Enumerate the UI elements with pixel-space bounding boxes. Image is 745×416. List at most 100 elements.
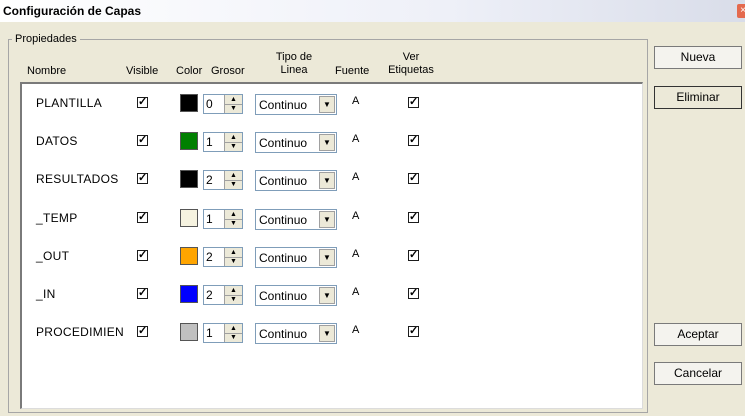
- dropdown-arrow-icon[interactable]: ▼: [319, 172, 335, 189]
- color-swatch[interactable]: [180, 247, 198, 265]
- color-swatch[interactable]: [180, 170, 198, 188]
- visible-checkbox[interactable]: ✓: [137, 288, 148, 299]
- layer-row[interactable]: DATOS ✓ 1 ▲ ▼ Continuo ▼ A ✓: [22, 128, 622, 154]
- fuente-icon[interactable]: A: [352, 95, 359, 107]
- ver-etiquetas-checkbox[interactable]: ✓: [408, 326, 419, 337]
- grosor-spinner[interactable]: 1 ▲ ▼: [203, 323, 243, 343]
- tipo-linea-value: Continuo: [259, 289, 308, 303]
- tipo-linea-select[interactable]: Continuo ▼: [255, 285, 337, 306]
- color-swatch[interactable]: [180, 323, 198, 341]
- close-icon[interactable]: ×: [737, 4, 745, 18]
- spinner-buttons: ▲ ▼: [224, 324, 242, 342]
- header-visible: Visible: [126, 65, 159, 77]
- spinner-buttons: ▲ ▼: [224, 286, 242, 304]
- dropdown-arrow-icon[interactable]: ▼: [319, 325, 335, 342]
- ver-etiquetas-checkbox[interactable]: ✓: [408, 250, 419, 261]
- fuente-icon[interactable]: A: [352, 248, 359, 260]
- group-legend: Propiedades: [12, 33, 80, 45]
- grosor-value[interactable]: 1: [206, 135, 213, 149]
- layer-row[interactable]: _OUT ✓ 2 ▲ ▼ Continuo ▼ A ✓: [22, 243, 622, 269]
- grosor-spinner[interactable]: 2 ▲ ▼: [203, 285, 243, 305]
- header-color: Color: [176, 65, 203, 77]
- tipo-linea-select[interactable]: Continuo ▼: [255, 323, 337, 344]
- layer-name[interactable]: _OUT: [36, 249, 69, 263]
- nueva-button[interactable]: Nueva: [654, 46, 742, 69]
- cancelar-button[interactable]: Cancelar: [654, 362, 742, 385]
- spin-down-icon[interactable]: ▼: [225, 333, 242, 342]
- layer-row[interactable]: _IN ✓ 2 ▲ ▼ Continuo ▼ A ✓: [22, 281, 622, 307]
- dropdown-arrow-icon[interactable]: ▼: [319, 287, 335, 304]
- tipo-linea-select[interactable]: Continuo ▼: [255, 209, 337, 230]
- grosor-value[interactable]: 1: [206, 326, 213, 340]
- fuente-icon[interactable]: A: [352, 324, 359, 336]
- title-bar: Configuración de Capas ×: [0, 0, 745, 22]
- fuente-icon[interactable]: A: [352, 171, 359, 183]
- ver-etiquetas-checkbox[interactable]: ✓: [408, 97, 419, 108]
- tipo-linea-select[interactable]: Continuo ▼: [255, 94, 337, 115]
- grosor-value[interactable]: 2: [206, 250, 213, 264]
- layer-name[interactable]: _TEMP: [36, 211, 78, 225]
- grosor-value[interactable]: 2: [206, 288, 213, 302]
- dropdown-arrow-icon[interactable]: ▼: [319, 96, 335, 113]
- visible-checkbox[interactable]: ✓: [137, 173, 148, 184]
- color-swatch[interactable]: [180, 94, 198, 112]
- grosor-spinner[interactable]: 1 ▲ ▼: [203, 209, 243, 229]
- layer-name[interactable]: _IN: [36, 287, 56, 301]
- layer-name[interactable]: PLANTILLA: [36, 96, 102, 110]
- grosor-spinner[interactable]: 2 ▲ ▼: [203, 170, 243, 190]
- tipo-linea-select[interactable]: Continuo ▼: [255, 170, 337, 191]
- dropdown-arrow-icon[interactable]: ▼: [319, 249, 335, 266]
- tipo-linea-select[interactable]: Continuo ▼: [255, 247, 337, 268]
- spinner-buttons: ▲ ▼: [224, 171, 242, 189]
- visible-checkbox[interactable]: ✓: [137, 326, 148, 337]
- spin-down-icon[interactable]: ▼: [225, 219, 242, 228]
- layers-list: PLANTILLA ✓ 0 ▲ ▼ Continuo ▼ A ✓ DATOS ✓ 1 ▲ ▼ Continu…: [20, 82, 643, 409]
- visible-checkbox[interactable]: ✓: [137, 97, 148, 108]
- header-ver-line1: Ver: [402, 51, 420, 63]
- spin-down-icon[interactable]: ▼: [225, 142, 242, 151]
- fuente-icon[interactable]: A: [352, 133, 359, 145]
- spin-down-icon[interactable]: ▼: [225, 257, 242, 266]
- ver-etiquetas-checkbox[interactable]: ✓: [408, 173, 419, 184]
- layer-row[interactable]: PROCEDIMIEN ✓ 1 ▲ ▼ Continuo ▼ A ✓: [22, 319, 622, 345]
- tipo-linea-value: Continuo: [259, 213, 308, 227]
- eliminar-button[interactable]: Eliminar: [654, 86, 742, 109]
- color-swatch[interactable]: [180, 285, 198, 303]
- spinner-buttons: ▲ ▼: [224, 95, 242, 113]
- header-ver-line2: Etiquetas: [388, 64, 434, 76]
- color-swatch[interactable]: [180, 209, 198, 227]
- dropdown-arrow-icon[interactable]: ▼: [319, 211, 335, 228]
- ver-etiquetas-checkbox[interactable]: ✓: [408, 212, 419, 223]
- header-ver-etiquetas: Ver Etiquetas: [381, 51, 441, 77]
- header-tipo-line1: Tipo de: [275, 51, 313, 63]
- spin-down-icon[interactable]: ▼: [225, 104, 242, 113]
- color-swatch[interactable]: [180, 132, 198, 150]
- grosor-spinner[interactable]: 1 ▲ ▼: [203, 132, 243, 152]
- spinner-buttons: ▲ ▼: [224, 248, 242, 266]
- visible-checkbox[interactable]: ✓: [137, 212, 148, 223]
- grosor-value[interactable]: 2: [206, 173, 213, 187]
- tipo-linea-value: Continuo: [259, 327, 308, 341]
- layer-row[interactable]: PLANTILLA ✓ 0 ▲ ▼ Continuo ▼ A ✓: [22, 90, 622, 116]
- visible-checkbox[interactable]: ✓: [137, 135, 148, 146]
- spin-down-icon[interactable]: ▼: [225, 295, 242, 304]
- grosor-spinner[interactable]: 2 ▲ ▼: [203, 247, 243, 267]
- grosor-value[interactable]: 1: [206, 212, 213, 226]
- spin-down-icon[interactable]: ▼: [225, 180, 242, 189]
- fuente-icon[interactable]: A: [352, 210, 359, 222]
- grosor-spinner[interactable]: 0 ▲ ▼: [203, 94, 243, 114]
- tipo-linea-select[interactable]: Continuo ▼: [255, 132, 337, 153]
- visible-checkbox[interactable]: ✓: [137, 250, 148, 261]
- layer-row[interactable]: _TEMP ✓ 1 ▲ ▼ Continuo ▼ A ✓: [22, 205, 622, 231]
- window-title: Configuración de Capas: [3, 4, 142, 18]
- ver-etiquetas-checkbox[interactable]: ✓: [408, 288, 419, 299]
- aceptar-button[interactable]: Aceptar: [654, 323, 742, 346]
- fuente-icon[interactable]: A: [352, 286, 359, 298]
- layer-name[interactable]: DATOS: [36, 134, 78, 148]
- ver-etiquetas-checkbox[interactable]: ✓: [408, 135, 419, 146]
- layer-name[interactable]: RESULTADOS: [36, 172, 119, 186]
- grosor-value[interactable]: 0: [206, 97, 213, 111]
- dropdown-arrow-icon[interactable]: ▼: [319, 134, 335, 151]
- layer-row[interactable]: RESULTADOS ✓ 2 ▲ ▼ Continuo ▼ A ✓: [22, 166, 622, 192]
- layer-name[interactable]: PROCEDIMIEN: [36, 325, 124, 339]
